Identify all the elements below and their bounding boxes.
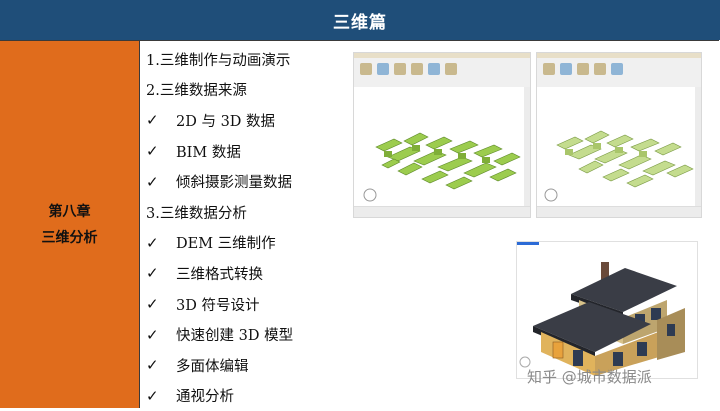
scene-screenshot-1 — [353, 52, 531, 218]
checkmark-icon: ✓ — [146, 264, 159, 283]
checkmark-icon: ✓ — [146, 233, 159, 252]
outline-heading: 3.三维数据分析 — [146, 205, 247, 222]
house-model-image — [516, 241, 698, 379]
checkmark-icon: ✓ — [146, 172, 159, 191]
3d-city-view — [354, 87, 530, 207]
outline-subitem: ✓ DEM 三维制作 — [146, 233, 276, 253]
selection-indicator — [517, 242, 539, 245]
3d-city-view — [537, 87, 701, 207]
slide: 三维篇 第八章 三维分析 1.三维制作与动画演示 2.三维数据来源 ✓ 2D 与 … — [0, 0, 720, 408]
outline-subitem: ✓ 2D 与 3D 数据 — [146, 111, 276, 130]
chapter-title: 三维分析 — [41, 229, 98, 246]
checkmark-icon: ✓ — [146, 111, 159, 130]
chapter-panel: 第八章 三维分析 — [0, 41, 140, 408]
outline-subitem: ✓ 三维格式转换 — [146, 264, 263, 283]
chapter-number: 第八章 — [48, 203, 91, 220]
outline-subitem: ✓ 倾斜摄影测量数据 — [146, 172, 292, 192]
app-toolbar — [354, 53, 530, 88]
slide-title: 三维篇 — [333, 12, 387, 33]
checkmark-icon: ✓ — [146, 295, 159, 314]
outline-subitem: ✓ 通视分析 — [146, 386, 234, 406]
app-toolbar — [537, 53, 701, 88]
outline-heading: 2.三维数据来源 — [146, 83, 247, 100]
outline-list: 1.三维制作与动画演示 2.三维数据来源 ✓ 2D 与 3D 数据 ✓ BIM 数据… — [146, 44, 356, 411]
3d-house-graphic — [519, 262, 685, 376]
checkmark-icon: ✓ — [146, 386, 159, 405]
outline-heading: 1.三维制作与动画演示 — [146, 52, 291, 69]
city-buildings-graphic — [363, 132, 521, 202]
outline-subitem: ✓ 快速创建 3D 模型 — [146, 325, 294, 345]
slide-header: 三维篇 — [0, 0, 720, 40]
checkmark-icon: ✓ — [146, 356, 159, 375]
city-buildings-graphic — [544, 130, 694, 202]
scene-screenshot-2 — [536, 52, 702, 218]
checkmark-icon: ✓ — [146, 142, 159, 161]
outline-subitem: ✓ BIM 数据 — [146, 142, 241, 161]
checkmark-icon: ✓ — [146, 325, 159, 344]
outline-subitem: ✓ 多面体编辑 — [146, 356, 249, 375]
watermark: 知乎 @城市数据派 — [527, 368, 652, 386]
outline-subitem: ✓ 3D 符号设计 — [146, 295, 260, 314]
